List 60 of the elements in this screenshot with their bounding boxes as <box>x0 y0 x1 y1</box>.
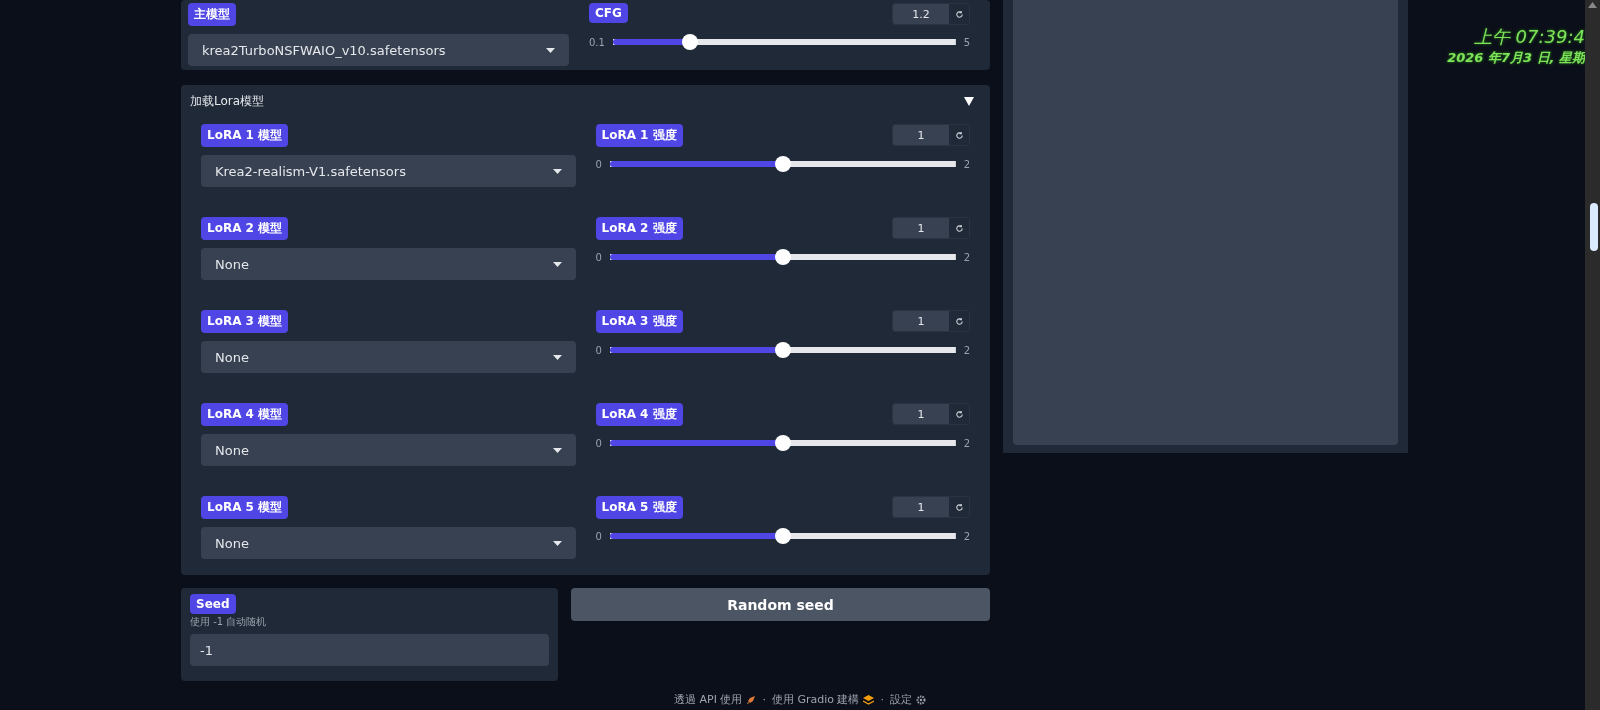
caret-icon <box>552 540 562 546</box>
field-label: LoRA 5 模型 <box>201 496 289 519</box>
separator: · <box>880 693 884 706</box>
slider-thumb[interactable] <box>681 34 698 50</box>
settings-icon <box>916 694 926 705</box>
layers-icon <box>863 694 875 705</box>
slider-max: 2 <box>963 251 970 263</box>
field-label: CFG <box>589 3 628 23</box>
settings-link[interactable]: 設定 <box>890 692 926 707</box>
caret-icon <box>546 47 555 53</box>
scroll-up-icon <box>1588 2 1597 8</box>
gradio-link[interactable]: 使用 Gradio 建構 <box>771 692 875 707</box>
model-dropdown[interactable]: None <box>201 248 576 280</box>
field-label: Seed <box>190 594 236 614</box>
slider-thumb[interactable] <box>774 435 791 451</box>
rocket-icon <box>746 694 757 705</box>
caret-icon <box>552 168 562 174</box>
field-label: LoRA 4 模型 <box>201 403 289 426</box>
seed-field[interactable]: -1 <box>190 634 549 666</box>
caret-icon <box>552 261 562 267</box>
model-dropdown[interactable]: None <box>201 527 576 559</box>
model-dropdown[interactable]: None <box>201 341 576 373</box>
model-dropdown[interactable]: krea2TurboNSFWAIO_v10.safetensors <box>188 34 569 66</box>
slider-max: 5 <box>963 36 970 48</box>
model-dropdown[interactable]: Krea2-realism-V1.safetensors <box>201 155 576 187</box>
separator: · <box>762 693 766 706</box>
collapse-icon[interactable] <box>964 97 974 106</box>
scroll-thumb[interactable] <box>1590 203 1598 251</box>
field-label: LoRA 2 强度 <box>595 217 683 240</box>
field-label: LoRA 1 强度 <box>595 124 683 147</box>
slider-min: 0 <box>595 158 602 170</box>
model-dropdown[interactable]: None <box>201 434 576 466</box>
field-label: LoRA 3 强度 <box>595 310 683 333</box>
field-hint: 使用 -1 自动随机 <box>190 615 268 629</box>
slider-thumb[interactable] <box>774 249 791 265</box>
slider-min: 0 <box>595 530 602 542</box>
slider-min: 0 <box>595 251 602 263</box>
api-link[interactable]: 透過 API 使用 <box>674 692 757 707</box>
field-label: 主模型 <box>188 3 236 26</box>
field-label: LoRA 2 模型 <box>201 217 289 240</box>
slider-max: 2 <box>963 437 970 449</box>
slider-thumb[interactable] <box>774 342 791 358</box>
slider-max: 2 <box>963 530 970 542</box>
random-seed-button[interactable]: Random seed <box>571 588 990 621</box>
slider-max: 2 <box>963 158 970 170</box>
slider-min: 0.1 <box>589 36 605 48</box>
caret-icon <box>552 354 562 360</box>
field-label: LoRA 3 模型 <box>201 310 289 333</box>
scrollbar[interactable] <box>1585 0 1600 710</box>
clock-time: 上午 07:39:4 <box>1473 25 1585 49</box>
field-label: LoRA 4 强度 <box>595 403 683 426</box>
caret-icon <box>552 447 562 453</box>
field-label: LoRA 5 强度 <box>595 496 683 519</box>
section-title: 加载Lora模型 <box>190 93 265 110</box>
slider-thumb[interactable] <box>774 528 791 544</box>
slider-min: 0 <box>595 437 602 449</box>
slider-max: 2 <box>963 344 970 356</box>
slider-thumb[interactable] <box>774 156 791 172</box>
field-label: LoRA 1 模型 <box>201 124 289 147</box>
slider-min: 0 <box>595 344 602 356</box>
